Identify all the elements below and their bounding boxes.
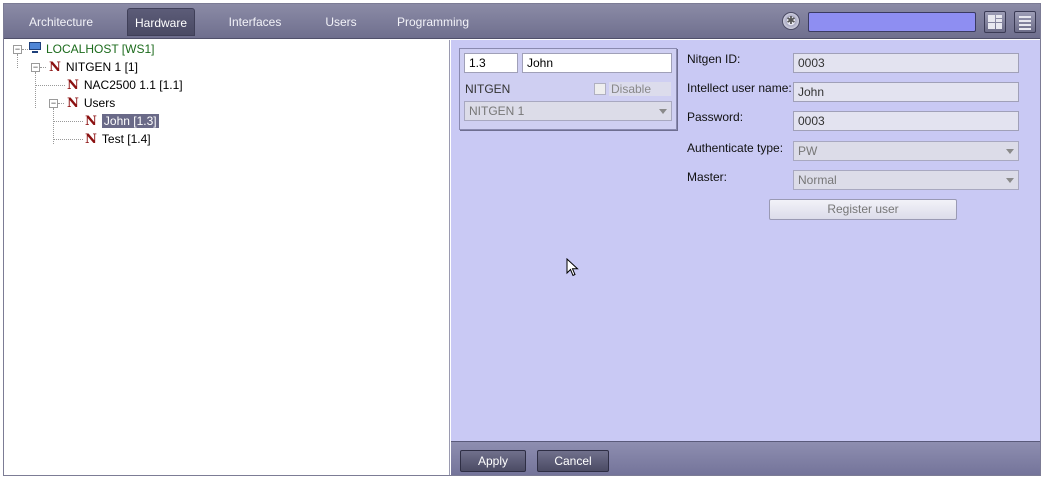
auth-type-label: Authenticate type:: [687, 141, 784, 155]
password-label: Password:: [687, 110, 744, 124]
nitgen-icon: N: [85, 132, 97, 147]
expand-nitgen-toggle[interactable]: −: [31, 63, 40, 72]
intellect-user-field[interactable]: John: [793, 82, 1019, 102]
expand-users-toggle[interactable]: −: [49, 99, 58, 108]
mouse-pointer-icon: [566, 258, 579, 277]
chevron-down-icon: [1006, 178, 1014, 183]
tree-node-john[interactable]: N John [1.3]: [85, 113, 159, 129]
cancel-button[interactable]: Cancel: [537, 450, 609, 472]
object-type-label: NITGEN: [465, 82, 511, 96]
tree-node-label: Users: [83, 96, 116, 110]
tree-node-localhost[interactable]: LOCALHOST [WS1]: [28, 41, 154, 57]
password-field[interactable]: 0003: [793, 111, 1019, 131]
nitgen-id-label: Nitgen ID:: [687, 52, 741, 66]
master-label: Master:: [687, 170, 728, 184]
tree-node-label: Test [1.4]: [101, 132, 151, 146]
parent-device-select[interactable]: NITGEN 1: [464, 101, 672, 121]
nitgen-icon: N: [67, 78, 79, 93]
tree-node-label: NITGEN 1 [1]: [65, 60, 138, 74]
computer-icon: [28, 42, 42, 54]
nitgen-icon: N: [67, 96, 79, 111]
tree-node-label: LOCALHOST [WS1]: [46, 42, 155, 56]
search-input[interactable]: [808, 12, 976, 32]
disable-label: Disable: [609, 82, 671, 96]
tab-architecture[interactable]: Architecture: [18, 8, 104, 36]
tree-node-label: John [1.3]: [101, 114, 159, 128]
nitgen-icon: N: [49, 60, 61, 75]
apply-button[interactable]: Apply: [460, 450, 526, 472]
tab-interfaces[interactable]: Interfaces: [218, 8, 292, 36]
menu-list-icon[interactable]: [1014, 11, 1036, 33]
tree-node-nac2500[interactable]: N NAC2500 1.1 [1.1]: [67, 77, 183, 93]
tab-users[interactable]: Users: [316, 8, 366, 36]
settings-pane: 1.3 John NITGEN Disable NITGEN 1 Nitgen …: [451, 40, 1040, 441]
tree-node-nitgen-1[interactable]: N NITGEN 1 [1]: [49, 59, 138, 75]
tree-node-test[interactable]: N Test [1.4]: [85, 131, 151, 147]
parent-device-value: NITGEN 1: [469, 104, 525, 118]
object-id-field[interactable]: 1.3: [464, 53, 518, 73]
nitgen-id-field[interactable]: 0003: [793, 53, 1019, 73]
settings-wheel-icon[interactable]: ✱: [782, 12, 800, 30]
nitgen-icon: N: [85, 114, 97, 129]
object-header-panel: 1.3 John NITGEN Disable NITGEN 1: [459, 48, 677, 130]
master-value: Normal: [798, 173, 837, 187]
register-user-button[interactable]: Register user: [769, 199, 957, 220]
tab-programming[interactable]: Programming: [388, 8, 478, 36]
tree-node-label: NAC2500 1.1 [1.1]: [83, 78, 183, 92]
top-navigation-bar: Architecture Hardware Interfaces Users P…: [4, 4, 1040, 39]
tree-node-users[interactable]: N Users: [67, 95, 115, 111]
chevron-down-icon: [1006, 149, 1014, 154]
app-window: Architecture Hardware Interfaces Users P…: [3, 3, 1041, 476]
object-name-field[interactable]: John: [522, 53, 672, 73]
layout-grid-icon[interactable]: [984, 11, 1006, 33]
disable-checkbox[interactable]: [594, 83, 606, 95]
tab-hardware[interactable]: Hardware: [127, 8, 195, 36]
intellect-user-label: Intellect user name:: [687, 81, 792, 95]
expand-localhost-toggle[interactable]: −: [13, 45, 22, 54]
master-select[interactable]: Normal: [793, 170, 1019, 190]
action-bar: Apply Cancel: [451, 441, 1040, 475]
auth-type-select[interactable]: PW: [793, 141, 1019, 161]
hardware-tree: − LOCALHOST [WS1] − N NITGEN 1 [1] N NAC25…: [4, 40, 450, 475]
auth-type-value: PW: [798, 144, 818, 158]
chevron-down-icon: [659, 109, 667, 114]
